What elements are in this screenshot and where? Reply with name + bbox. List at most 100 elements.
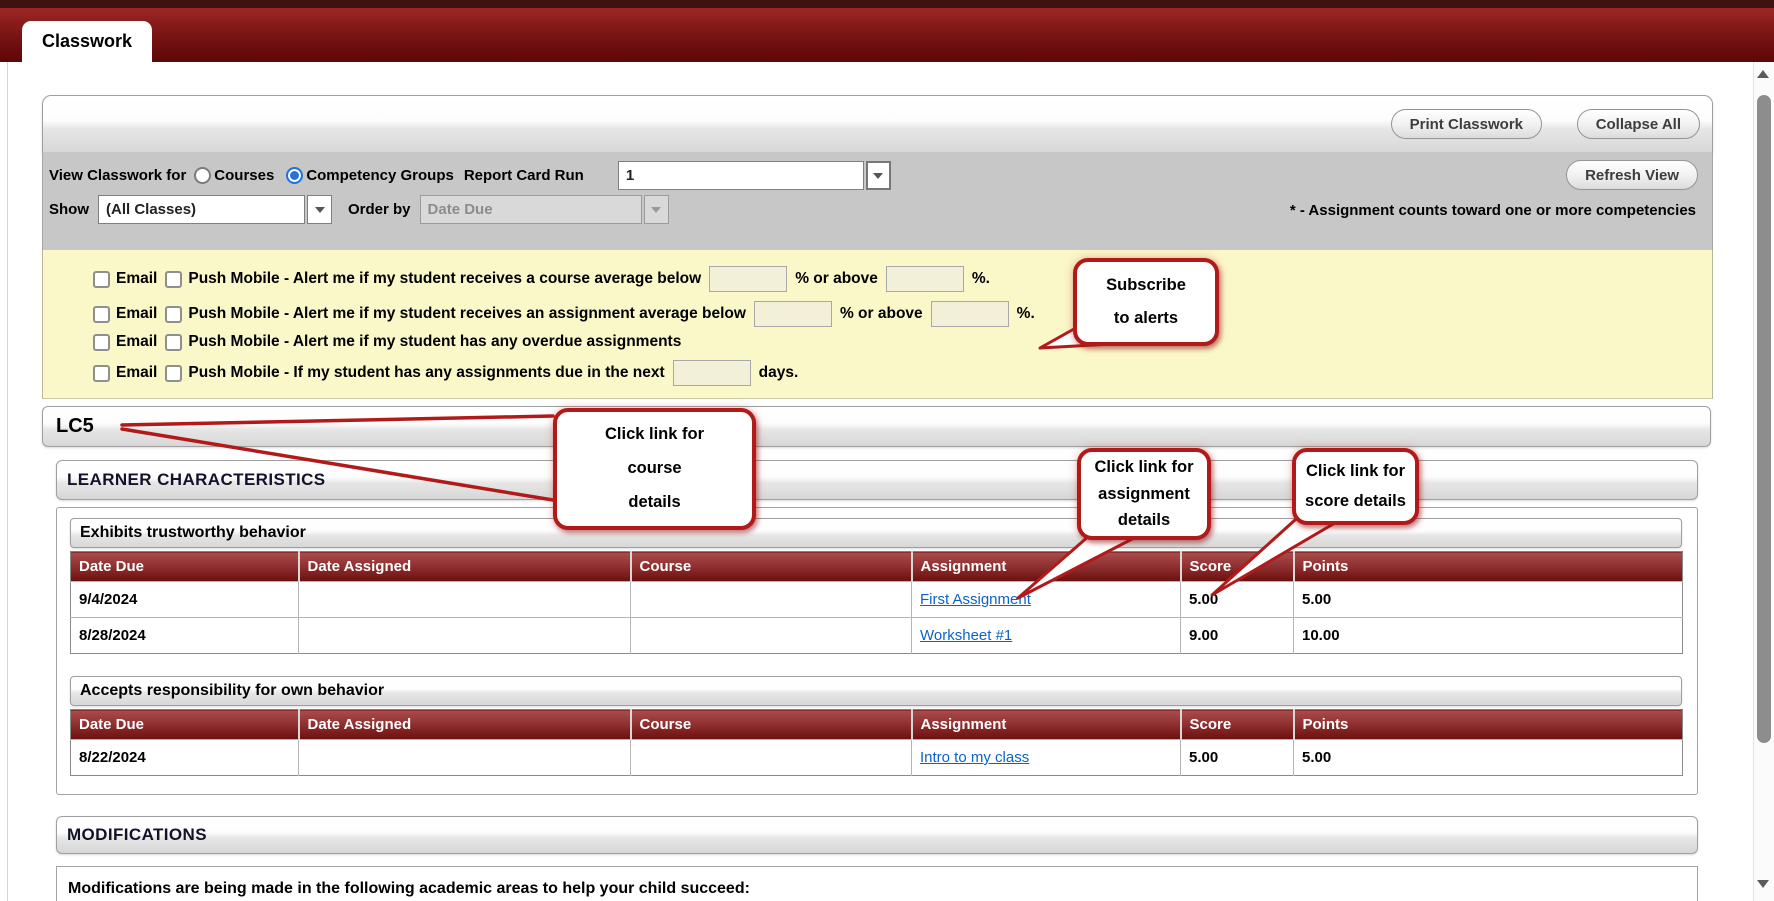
col-assignment: Assignment xyxy=(912,552,1181,582)
order-by-select-value[interactable]: Date Due xyxy=(420,195,642,224)
table-row: 8/22/2024 Intro to my class 5.00 5.00 xyxy=(71,740,1683,776)
assignments-table-trustworthy: Date Due Date Assigned Course Assignment… xyxy=(70,551,1683,654)
competency-title: Exhibits trustworthy behavior xyxy=(80,524,306,542)
assignment-link[interactable]: Worksheet #1 xyxy=(920,627,1012,644)
course-section-title[interactable]: LC5 xyxy=(56,415,94,438)
score-cell[interactable]: 5.00 xyxy=(1181,582,1294,618)
window-top-strip xyxy=(0,0,1774,8)
course-average-alert-text: Push Mobile - Alert me if my student rec… xyxy=(188,270,701,288)
show-select[interactable]: (All Classes) xyxy=(98,195,332,224)
chevron-down-icon xyxy=(873,173,883,179)
table-header-row: Date Due Date Assigned Course Assignment… xyxy=(71,710,1683,740)
callout-line: Click link for xyxy=(1094,454,1193,480)
scrollbar-thumb[interactable] xyxy=(1757,95,1771,743)
modifications-text-bar: Modifications are being made in the foll… xyxy=(56,866,1698,901)
assignment-average-alert-row: Email Push Mobile - Alert me if my stude… xyxy=(93,301,1035,327)
date-due-cell: 9/4/2024 xyxy=(71,582,299,618)
modifications-text: Modifications are being made in the foll… xyxy=(68,880,750,898)
course-cell xyxy=(631,740,912,776)
col-points: Points xyxy=(1294,552,1683,582)
report-card-run-select-arrow[interactable] xyxy=(866,161,891,190)
show-select-value[interactable]: (All Classes) xyxy=(98,195,305,224)
refresh-view-button[interactable]: Refresh View xyxy=(1566,160,1698,190)
assignment-average-alert-end: %. xyxy=(1017,305,1035,323)
email-checkbox-course-average[interactable] xyxy=(93,271,110,288)
course-average-alert-row: Email Push Mobile - Alert me if my stude… xyxy=(93,266,990,292)
assignment-avg-above-input[interactable] xyxy=(931,301,1009,327)
assignment-avg-below-input[interactable] xyxy=(754,301,832,327)
col-course: Course xyxy=(631,552,912,582)
date-assigned-cell xyxy=(299,582,631,618)
course-avg-above-input[interactable] xyxy=(886,266,964,292)
print-classwork-button[interactable]: Print Classwork xyxy=(1391,109,1542,139)
learner-characteristics-header[interactable]: LEARNER CHARACTERISTICS xyxy=(56,460,1698,500)
order-by-label: Order by xyxy=(348,201,411,218)
score-cell[interactable]: 9.00 xyxy=(1181,618,1294,654)
alert-subscriptions-panel: Email Push Mobile - Alert me if my stude… xyxy=(42,250,1713,399)
table-header-row: Date Due Date Assigned Course Assignment… xyxy=(71,552,1683,582)
date-due-cell: 8/28/2024 xyxy=(71,618,299,654)
points-cell: 10.00 xyxy=(1294,618,1683,654)
course-section-header[interactable]: LC5 xyxy=(42,406,1711,447)
email-checkbox-assignment-average[interactable] xyxy=(93,306,110,323)
callout-line: Click link for xyxy=(605,418,704,452)
order-by-select[interactable]: Date Due xyxy=(420,195,669,224)
modifications-header[interactable]: MODIFICATIONS xyxy=(56,816,1698,854)
due-days-input[interactable] xyxy=(673,360,751,386)
learner-characteristics-title: LEARNER CHARACTERISTICS xyxy=(67,470,326,490)
due-soon-alert-row: Email Push Mobile - If my student has an… xyxy=(93,360,798,386)
points-cell: 5.00 xyxy=(1294,740,1683,776)
email-label: Email xyxy=(116,270,157,288)
callout-course-details: Click link for course details xyxy=(553,408,756,530)
tab-label: Classwork xyxy=(42,31,132,52)
callout-assignment-details: Click link for assignment details xyxy=(1077,448,1211,540)
col-date-assigned: Date Assigned xyxy=(299,552,631,582)
callout-line: Click link for xyxy=(1306,457,1405,487)
report-card-run-select[interactable]: 1 xyxy=(618,161,891,190)
course-cell xyxy=(631,618,912,654)
competency-groups-radio-label: Competency Groups xyxy=(306,167,454,184)
email-checkbox-overdue[interactable] xyxy=(93,334,110,351)
courses-radio[interactable] xyxy=(194,167,211,184)
callout-line: course xyxy=(627,452,681,486)
date-assigned-cell xyxy=(299,740,631,776)
show-select-arrow[interactable] xyxy=(307,195,332,224)
competency-header-trustworthy: Exhibits trustworthy behavior xyxy=(70,518,1682,548)
col-score: Score xyxy=(1181,552,1294,582)
course-average-alert-mid: % or above xyxy=(795,270,878,288)
scrollbar-down-icon[interactable] xyxy=(1757,880,1769,888)
push-checkbox-overdue[interactable] xyxy=(165,334,182,351)
push-checkbox-assignment-average[interactable] xyxy=(165,306,182,323)
overdue-alert-row: Email Push Mobile - Alert me if my stude… xyxy=(93,333,681,351)
order-by-select-arrow[interactable] xyxy=(644,195,669,224)
assignment-link[interactable]: Intro to my class xyxy=(920,749,1029,766)
scrollbar-up-icon[interactable] xyxy=(1757,70,1769,78)
assignment-link[interactable]: First Assignment xyxy=(920,591,1031,608)
collapse-all-button[interactable]: Collapse All xyxy=(1577,109,1700,139)
classwork-page: Classwork Print Classwork Collapse All V… xyxy=(0,0,1774,901)
modifications-title: MODIFICATIONS xyxy=(67,825,207,845)
callout-score-details: Click link for score details xyxy=(1292,448,1419,525)
push-checkbox-course-average[interactable] xyxy=(165,271,182,288)
score-cell[interactable]: 5.00 xyxy=(1181,740,1294,776)
tab-strip-band xyxy=(0,8,1774,62)
date-assigned-cell xyxy=(299,618,631,654)
course-avg-below-input[interactable] xyxy=(709,266,787,292)
show-label: Show xyxy=(49,201,89,218)
course-cell xyxy=(631,582,912,618)
due-soon-alert-end: days. xyxy=(759,364,799,382)
callout-line: details xyxy=(1118,507,1170,533)
assignment-average-alert-text: Push Mobile - Alert me if my student rec… xyxy=(188,305,746,323)
tab-classwork[interactable]: Classwork xyxy=(22,21,152,62)
col-date-assigned: Date Assigned xyxy=(299,710,631,740)
report-card-run-value[interactable]: 1 xyxy=(618,161,864,190)
email-label: Email xyxy=(116,305,157,323)
callout-line: to alerts xyxy=(1114,302,1178,335)
competency-note: * - Assignment counts toward one or more… xyxy=(1290,202,1696,219)
competency-groups-radio[interactable] xyxy=(286,167,303,184)
email-checkbox-due-soon[interactable] xyxy=(93,365,110,382)
col-course: Course xyxy=(631,710,912,740)
chevron-down-icon xyxy=(315,207,325,213)
push-checkbox-due-soon[interactable] xyxy=(165,365,182,382)
callout-line: score details xyxy=(1305,487,1406,517)
